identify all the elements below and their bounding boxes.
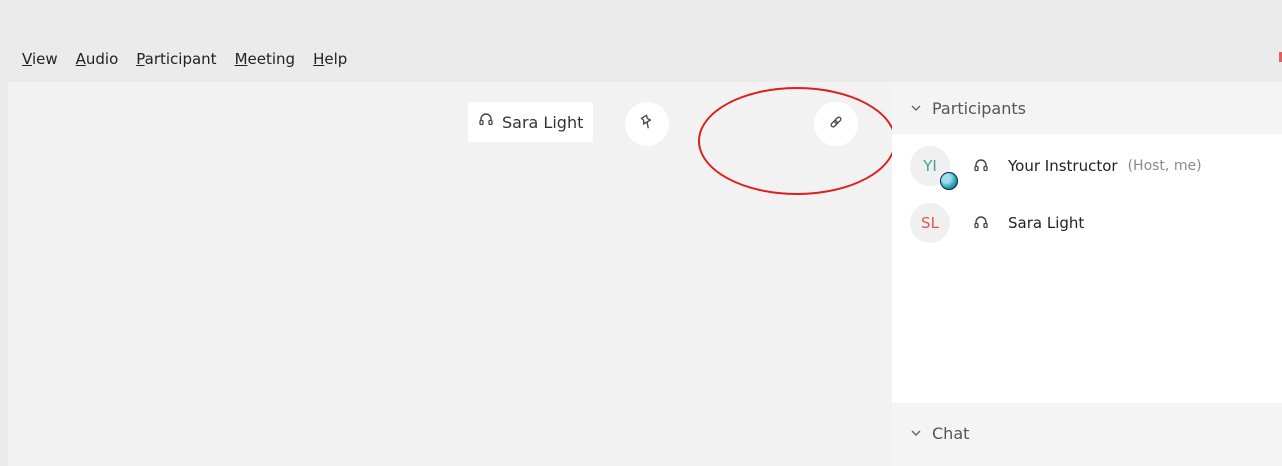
participants-list: YI Your Instructor (Host, me) SL Sara Li… (892, 134, 1282, 403)
menu-participant-rest: articipant (144, 50, 217, 68)
menu-audio-rest: udio (85, 50, 119, 68)
avatar-initials: YI (923, 157, 937, 175)
highlight-circle (698, 87, 896, 195)
menu-items: View Audio Participant Meeting Help (22, 50, 347, 68)
link-icon (827, 113, 845, 135)
menu-participant-mnemonic: P (136, 50, 145, 68)
menu-help-rest: elp (324, 50, 348, 68)
participants-header[interactable]: Participants (892, 82, 1282, 134)
headset-icon (972, 214, 990, 232)
list-item[interactable]: SL Sara Light (910, 199, 1280, 247)
headset-icon (972, 157, 990, 175)
headset-icon (478, 112, 494, 132)
menu-participant[interactable]: Participant (136, 50, 216, 68)
active-speaker-name: Sara Light (502, 112, 584, 132)
avatar: YI (910, 146, 958, 190)
menu-meeting-rest: eeting (247, 50, 296, 68)
menu-view-rest: iew (31, 50, 58, 68)
menu-bar: View Audio Participant Meeting Help (0, 0, 1282, 82)
video-stage: Sara Light (8, 82, 896, 466)
participants-title: Participants (932, 98, 1026, 118)
menu-help-mnemonic: H (313, 50, 325, 68)
active-speaker-chip: Sara Light (468, 102, 594, 142)
participant-name: Your Instructor (1008, 157, 1118, 175)
participant-name: Sara Light (1008, 214, 1085, 232)
menu-audio[interactable]: Audio (76, 50, 119, 68)
menu-meeting[interactable]: Meeting (235, 50, 296, 68)
link-button[interactable] (814, 102, 858, 146)
status-globe-icon (940, 172, 958, 190)
list-item[interactable]: YI Your Instructor (Host, me) (910, 142, 1280, 190)
menu-view[interactable]: View (22, 50, 58, 68)
menu-audio-mnemonic: A (75, 50, 86, 68)
chat-title: Chat (932, 423, 970, 443)
menu-help[interactable]: Help (313, 50, 347, 68)
pin-icon (638, 113, 656, 135)
avatar-initials: SL (921, 214, 939, 232)
menu-view-mnemonic: V (22, 50, 32, 68)
participant-role: (Host, me) (1127, 158, 1202, 174)
chat-header[interactable]: Chat (892, 407, 1282, 459)
menu-meeting-mnemonic: M (234, 50, 248, 68)
side-panel: Participants YI Your Instructor (Host, m… (892, 82, 1282, 466)
chevron-down-icon (910, 102, 922, 114)
avatar: SL (910, 203, 950, 243)
pin-button[interactable] (625, 102, 669, 146)
chevron-down-icon (910, 427, 922, 439)
